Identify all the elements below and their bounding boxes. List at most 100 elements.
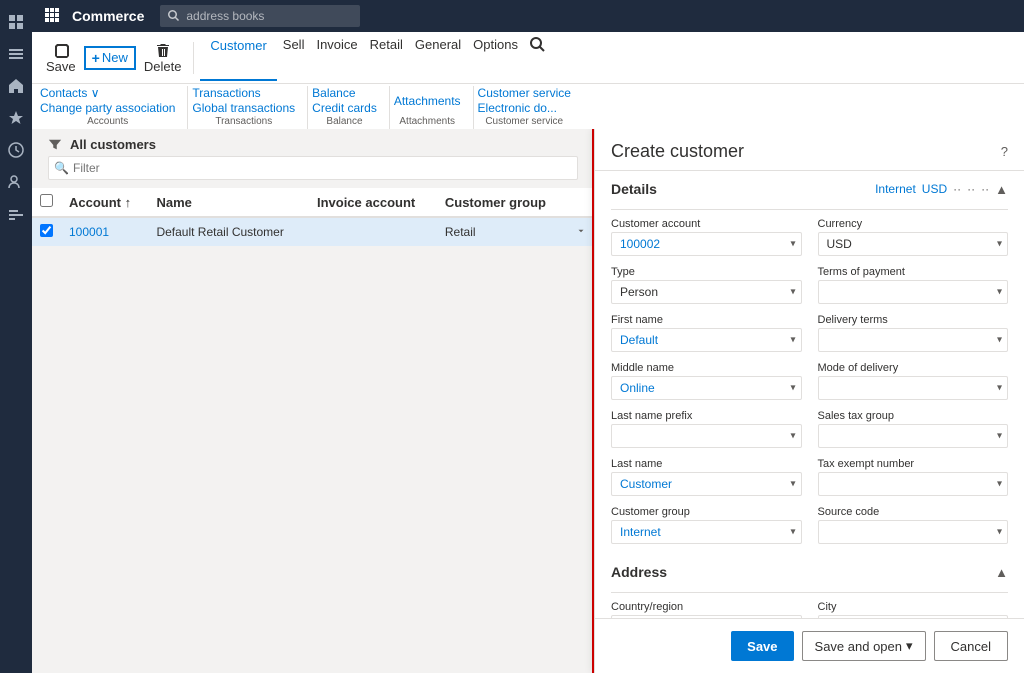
currency-select[interactable]: USD xyxy=(818,232,1009,256)
main-area: Commerce Save + New Delete xyxy=(32,0,1024,673)
th-name[interactable]: Name xyxy=(148,188,309,217)
filter-search-icon: 🔍 xyxy=(54,161,69,175)
customer-group-field: Customer group Internet xyxy=(611,506,802,544)
address-title: Address xyxy=(611,564,667,580)
sidebar-icon-home[interactable] xyxy=(2,72,30,100)
internet-link[interactable]: Internet xyxy=(875,182,916,196)
transactions-link[interactable]: Transactions xyxy=(192,86,295,100)
country-region-label: Country/region xyxy=(611,601,802,613)
th-invoice-account[interactable]: Invoice account xyxy=(309,188,437,217)
tab-customer[interactable]: Customer xyxy=(200,34,276,81)
customer-account-select[interactable]: 100002 xyxy=(611,232,802,256)
customer-group-select[interactable]: Internet xyxy=(611,520,802,544)
transactions-group-label: Transactions xyxy=(192,115,295,129)
country-region-select[interactable]: USA xyxy=(611,615,802,618)
attachments-link[interactable]: Attachments xyxy=(394,94,461,108)
table-header-row: Account ↑ Name Invoice account Customer … xyxy=(32,188,594,217)
ribbon-group-attachments: Attachments Attachments xyxy=(394,86,474,129)
delivery-terms-select[interactable] xyxy=(818,328,1009,352)
global-transactions-link[interactable]: Global transactions xyxy=(192,101,295,115)
row-customer-group: Retail xyxy=(437,217,568,247)
terms-of-payment-select[interactable] xyxy=(818,280,1009,304)
electronic-doc-link[interactable]: Electronic do... xyxy=(478,101,571,115)
th-checkbox xyxy=(32,188,61,217)
customer-service-group-label: Customer service xyxy=(478,115,571,129)
address-collapse-icon[interactable]: ▲ xyxy=(995,565,1008,580)
sales-tax-group-select[interactable] xyxy=(818,424,1009,448)
address-form: Country/region USA City xyxy=(611,601,1008,618)
filter-input[interactable] xyxy=(48,156,578,180)
sidebar-icon-grid[interactable] xyxy=(2,8,30,36)
balance-link[interactable]: Balance xyxy=(312,86,377,100)
tab-sell[interactable]: Sell xyxy=(277,34,311,81)
currency-field: Currency USD xyxy=(818,218,1009,256)
currency-label: Currency xyxy=(818,218,1009,230)
ribbon-group-accounts: Contacts ∨ Change party association Acco… xyxy=(40,86,188,129)
first-name-select[interactable]: Default xyxy=(611,328,802,352)
contacts-link[interactable]: Contacts ∨ xyxy=(40,86,175,100)
row-select-checkbox[interactable] xyxy=(40,224,53,237)
new-button[interactable]: + New xyxy=(84,46,136,70)
middle-name-label: Middle name xyxy=(611,362,802,374)
select-all-checkbox[interactable] xyxy=(40,194,53,207)
last-name-prefix-field: Last name prefix xyxy=(611,410,802,448)
source-code-select[interactable] xyxy=(818,520,1009,544)
middle-name-select[interactable]: Online xyxy=(611,376,802,400)
search-box[interactable] xyxy=(160,5,360,27)
customer-service-link[interactable]: Customer service xyxy=(478,86,571,100)
mode-of-delivery-select[interactable] xyxy=(818,376,1009,400)
link-sep2: ·· xyxy=(967,182,975,196)
sidebar-icon-bars[interactable] xyxy=(2,200,30,228)
save-button[interactable]: Save xyxy=(40,39,82,77)
app-name: Commerce xyxy=(72,8,144,24)
left-panel: All customers 🔍 Account ↑ Name I xyxy=(32,129,594,673)
sidebar-icon-star[interactable] xyxy=(2,104,30,132)
table-row[interactable]: 100001 Default Retail Customer Retail xyxy=(32,217,594,247)
topbar: Commerce xyxy=(32,0,1024,32)
mode-of-delivery-label: Mode of delivery xyxy=(818,362,1009,374)
help-icon[interactable]: ? xyxy=(1001,144,1008,159)
details-form: Customer account 100002 Currency USD xyxy=(611,218,1008,554)
customers-table-container: Account ↑ Name Invoice account Customer … xyxy=(32,188,594,673)
middle-name-field: Middle name Online xyxy=(611,362,802,400)
th-expand xyxy=(568,188,594,217)
ribbon: Save + New Delete Customer xyxy=(32,32,1024,129)
search-input[interactable] xyxy=(186,9,346,23)
tab-retail[interactable]: Retail xyxy=(364,34,409,81)
sidebar-icon-users[interactable] xyxy=(2,168,30,196)
tab-options[interactable]: Options xyxy=(467,34,524,81)
filter-box: 🔍 xyxy=(48,156,578,180)
sidebar-icon-clock[interactable] xyxy=(2,136,30,164)
customer-account-label: Customer account xyxy=(611,218,802,230)
last-name-field: Last name Customer xyxy=(611,458,802,496)
panel-header: Create customer ? xyxy=(595,129,1024,171)
balance-group-label: Balance xyxy=(312,115,377,129)
type-select[interactable]: Person xyxy=(611,280,802,304)
delete-button[interactable]: Delete xyxy=(138,39,188,77)
customer-account-field: Customer account 100002 xyxy=(611,218,802,256)
credit-cards-link[interactable]: Credit cards xyxy=(312,101,377,115)
last-name-select[interactable]: Customer xyxy=(611,472,802,496)
change-party-link[interactable]: Change party association xyxy=(40,101,175,115)
cancel-button[interactable]: Cancel xyxy=(934,631,1008,661)
tax-exempt-select[interactable] xyxy=(818,472,1009,496)
content-area: All customers 🔍 Account ↑ Name I xyxy=(32,129,1024,673)
tab-general[interactable]: General xyxy=(409,34,467,81)
save-button-panel[interactable]: Save xyxy=(731,631,793,661)
row-account: 100001 xyxy=(61,217,148,247)
save-and-open-button[interactable]: Save and open ▾ xyxy=(802,631,926,661)
list-title: All customers xyxy=(70,137,156,152)
city-select[interactable] xyxy=(818,615,1009,618)
delivery-terms-label: Delivery terms xyxy=(818,314,1009,326)
tab-invoice[interactable]: Invoice xyxy=(310,34,363,81)
sidebar-icon-menu[interactable] xyxy=(2,40,30,68)
app-grid-icon[interactable] xyxy=(40,3,64,30)
search-ribbon-button[interactable] xyxy=(524,34,552,81)
th-customer-group[interactable]: Customer group xyxy=(437,188,568,217)
details-collapse-icon[interactable]: ▲ xyxy=(995,182,1008,197)
details-divider xyxy=(611,209,1008,210)
th-account[interactable]: Account ↑ xyxy=(61,188,148,217)
usd-link[interactable]: USD xyxy=(922,182,947,196)
sidebar xyxy=(0,0,32,673)
last-name-prefix-select[interactable] xyxy=(611,424,802,448)
